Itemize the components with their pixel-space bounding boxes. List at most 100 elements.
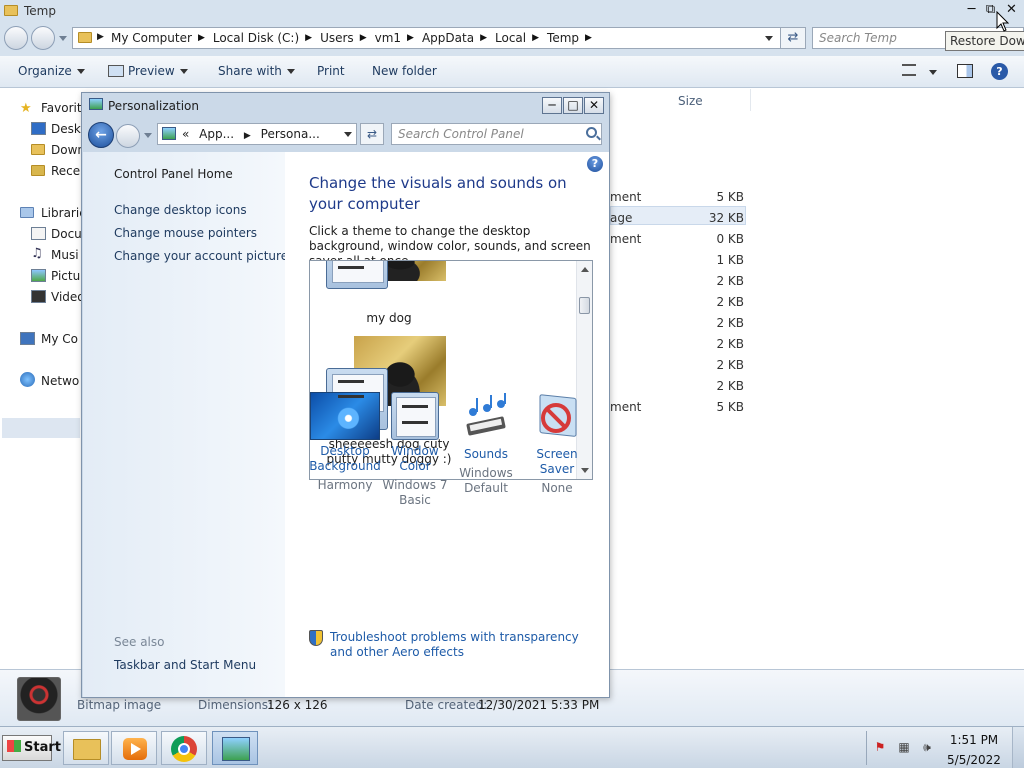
organize-button[interactable]: Organize	[18, 64, 85, 78]
nav-pictures[interactable]: Pictu	[51, 269, 80, 283]
chevron-right-icon[interactable]: ▶	[407, 31, 414, 46]
setting-label[interactable]: Screen Saver	[519, 447, 595, 477]
forward-button[interactable]	[31, 26, 55, 50]
table-row[interactable]: 2 KB	[610, 292, 750, 311]
nav-favorites[interactable]: Favorit	[41, 101, 82, 115]
table-row[interactable]: ment 0 KB	[610, 229, 750, 248]
clock-date: 5/5/2022	[947, 753, 1001, 767]
chevron-right-icon[interactable]: ▶	[585, 31, 592, 46]
back-button[interactable]	[4, 26, 28, 50]
nav-libraries[interactable]: Librarie	[41, 206, 87, 220]
dialog-minimize-button[interactable]: ─	[542, 97, 562, 114]
action-center-icon[interactable]: ⚑	[873, 741, 887, 753]
nav-computer[interactable]: My Co	[41, 332, 78, 346]
control-panel-home-link[interactable]: Control Panel Home	[114, 167, 233, 181]
volume-icon[interactable]: 🕪	[920, 741, 934, 753]
setting-label[interactable]: Desktop Background	[307, 444, 383, 474]
start-button[interactable]: Start	[2, 735, 61, 761]
change-view-icon[interactable]	[902, 64, 916, 76]
change-desktop-icons-link[interactable]: Change desktop icons	[114, 203, 247, 217]
nav-videos[interactable]: Video	[51, 290, 85, 304]
breadcrumb-item[interactable]: Users	[320, 31, 354, 46]
change-mouse-pointers-link[interactable]: Change mouse pointers	[114, 226, 257, 240]
preview-pane-icon[interactable]	[957, 64, 973, 78]
chevron-right-icon[interactable]: ▶	[244, 131, 251, 141]
dialog-maximize-button[interactable]: □	[563, 97, 583, 114]
address-bar[interactable]: ▶ My Computer ▶ Local Disk (C:) ▶ Users ▶ v…	[72, 27, 805, 49]
nav-network[interactable]: Netwo	[41, 374, 79, 388]
table-row[interactable]: 1 KB	[610, 250, 750, 269]
forward-button[interactable]	[116, 124, 140, 148]
screen-saver-setting[interactable]: Screen Saver None	[519, 392, 595, 496]
chevron-right-icon[interactable]: ▶	[198, 31, 205, 46]
network-icon	[20, 372, 35, 387]
table-row[interactable]: ment 5 KB	[610, 397, 750, 416]
system-clock[interactable]: 1:51 PM 5/5/2022	[942, 733, 1006, 768]
recent-pages-dropdown[interactable]	[59, 36, 67, 41]
refresh-button[interactable]: ⇄	[780, 27, 806, 49]
refresh-button[interactable]: ⇄	[360, 123, 384, 145]
breadcrumb-item[interactable]: Local Disk (C:)	[213, 31, 299, 46]
taskbar-explorer-button[interactable]	[63, 731, 109, 765]
nav-documents[interactable]: Docu	[51, 227, 82, 241]
address-overflow[interactable]: «	[182, 127, 189, 141]
desktop-background-setting[interactable]: Desktop Background Harmony	[307, 392, 383, 493]
change-account-picture-link[interactable]: Change your account picture	[114, 249, 288, 263]
table-row[interactable]: ment 5 KB	[610, 187, 750, 206]
new-folder-button[interactable]: New folder	[372, 64, 437, 78]
chevron-right-icon[interactable]: ▶	[360, 31, 367, 46]
taskbar-control-panel-button[interactable]	[212, 731, 258, 765]
help-icon[interactable]: ?	[991, 63, 1008, 80]
breadcrumb: My Computer ▶ Local Disk (C:) ▶ Users ▶ vm1…	[111, 31, 600, 46]
table-row[interactable]: 2 KB	[610, 313, 750, 332]
help-icon[interactable]: ?	[587, 156, 603, 172]
table-row[interactable]: 2 KB	[610, 355, 750, 374]
table-row[interactable]: 2 KB	[610, 334, 750, 353]
dialog-close-button[interactable]: ✕	[584, 97, 604, 114]
search-icon[interactable]	[586, 127, 597, 138]
chevron-right-icon[interactable]: ▶	[480, 31, 487, 46]
breadcrumb-item[interactable]: My Computer	[111, 31, 192, 46]
chevron-right-icon[interactable]: ▶	[532, 31, 539, 46]
breadcrumb-item[interactable]: Local	[495, 31, 526, 46]
breadcrumb-item[interactable]: AppData	[422, 31, 474, 46]
table-row[interactable]: 2 KB	[610, 376, 750, 395]
print-button[interactable]: Print	[317, 64, 345, 78]
taskbar-start-menu-link[interactable]: Taskbar and Start Menu	[114, 658, 256, 672]
table-row[interactable]: age 32 KB	[610, 208, 750, 227]
share-with-button[interactable]: Share with	[218, 64, 295, 78]
scroll-up-arrow[interactable]	[581, 267, 589, 272]
troubleshoot-aero-link[interactable]: Troubleshoot problems with transparency …	[330, 630, 592, 660]
setting-value: Windows 7 Basic	[382, 478, 448, 507]
show-desktop-button[interactable]	[1012, 727, 1024, 768]
recent-pages-dropdown[interactable]	[144, 133, 152, 138]
preview-button[interactable]: Preview	[108, 64, 188, 78]
nav-music[interactable]: Musi	[51, 248, 79, 262]
setting-label[interactable]: Sounds	[448, 447, 524, 462]
dialog-address-bar[interactable]: « App... ▶ Persona...	[157, 123, 357, 145]
window-color-setting[interactable]: Window Color Windows 7 Basic	[377, 392, 453, 508]
theme-item[interactable]: my dog	[324, 261, 454, 329]
table-row[interactable]: 2 KB	[610, 271, 750, 290]
back-button[interactable]: ←	[88, 122, 114, 148]
scroll-thumb[interactable]	[579, 297, 590, 314]
address-dropdown[interactable]	[344, 132, 352, 137]
setting-label[interactable]: Window Color	[377, 444, 453, 474]
chevron-right-icon[interactable]: ▶	[305, 31, 312, 46]
sounds-setting[interactable]: Sounds Windows Default	[448, 392, 524, 496]
nav-downloads[interactable]: Down	[51, 143, 85, 157]
nav-recent[interactable]: Rece	[51, 164, 80, 178]
taskbar-media-player-button[interactable]	[111, 731, 157, 765]
chevron-down-icon[interactable]	[929, 70, 937, 75]
breadcrumb-item[interactable]: vm1	[375, 31, 401, 46]
breadcrumb-item[interactable]: Temp	[547, 31, 579, 46]
minimize-button[interactable]: ─	[962, 2, 981, 19]
address-dropdown[interactable]	[765, 36, 773, 41]
column-header-size[interactable]: Size	[678, 94, 703, 108]
breadcrumb-item[interactable]: App...	[199, 127, 234, 141]
breadcrumb-item[interactable]: Persona...	[261, 127, 320, 141]
network-tray-icon[interactable]: ▦	[897, 741, 911, 753]
taskbar-chrome-button[interactable]	[161, 731, 207, 765]
personalization-content: ? Change the visuals and sounds on your …	[285, 152, 609, 697]
control-panel-search-input[interactable]: Search Control Panel	[391, 123, 602, 145]
